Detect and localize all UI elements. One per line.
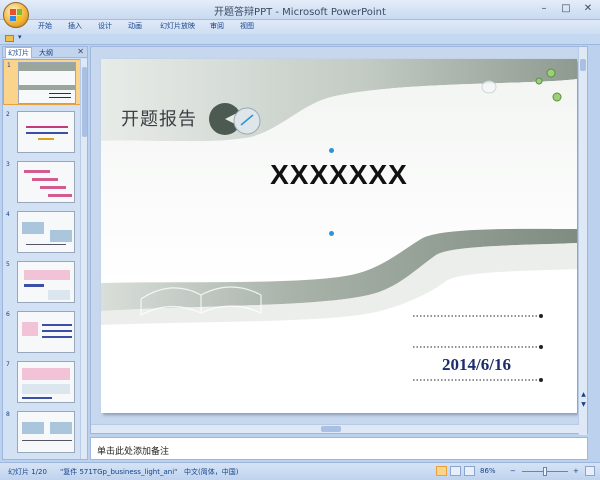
scrollbar-thumb[interactable] bbox=[580, 59, 586, 71]
tab-insert[interactable]: 插入 bbox=[68, 21, 82, 31]
slide-thumbnail[interactable]: 8 bbox=[3, 409, 81, 455]
slide-thumbnail-preview bbox=[18, 62, 76, 104]
slide-thumbnail-preview bbox=[17, 161, 75, 203]
slide-thumbnail-preview bbox=[17, 111, 75, 153]
zoom-in-button[interactable]: + bbox=[573, 467, 579, 475]
slide-number: 7 bbox=[6, 361, 10, 368]
slide-thumbnail[interactable]: 2 bbox=[3, 109, 81, 155]
slide-thumbnail[interactable]: 7 bbox=[3, 359, 81, 405]
scrollbar-thumb[interactable] bbox=[321, 426, 341, 432]
tab-design[interactable]: 设计 bbox=[98, 21, 112, 31]
slide-main-text[interactable]: XXXXXXX bbox=[101, 159, 577, 191]
slide-number: 3 bbox=[6, 161, 10, 168]
slide-number: 2 bbox=[6, 111, 10, 118]
office-logo-icon bbox=[10, 9, 22, 21]
zoom-level[interactable]: 86% bbox=[480, 467, 496, 475]
normal-view-button[interactable] bbox=[436, 466, 447, 476]
fit-to-window-button[interactable] bbox=[585, 466, 595, 476]
tab-animations[interactable]: 动画 bbox=[128, 21, 142, 31]
theme-name: "复件 571TGp_business_light_ani" bbox=[60, 468, 178, 476]
slideshow-button[interactable] bbox=[464, 466, 475, 476]
pane-close-icon[interactable]: ✕ bbox=[77, 47, 84, 56]
slide-thumbnail[interactable]: 6 bbox=[3, 309, 81, 355]
tab-slides[interactable]: 幻灯片 bbox=[5, 47, 32, 58]
window-controls: – □ ✕ bbox=[536, 2, 596, 16]
slide-number: 5 bbox=[6, 261, 10, 268]
qat-customize-arrow[interactable]: ▾ bbox=[18, 33, 22, 41]
slide-thumbnail-preview bbox=[17, 211, 75, 253]
selection-handle-top[interactable] bbox=[329, 148, 334, 153]
selection-handle-bottom[interactable] bbox=[329, 231, 334, 236]
zoom-out-button[interactable]: − bbox=[510, 467, 516, 475]
tab-outline[interactable]: 大纲 bbox=[37, 48, 55, 58]
slide-title[interactable]: 开题报告 bbox=[121, 105, 197, 131]
slide-date[interactable]: 2014/6/16 bbox=[442, 355, 511, 375]
ribbon-tabs: 开始 插入 设计 动画 幻灯片放映 审阅 视图 bbox=[0, 20, 600, 34]
slide-thumbnail-preview bbox=[17, 311, 75, 353]
slide-sorter-button[interactable] bbox=[450, 466, 461, 476]
title-bar: 开题答辩PPT - Microsoft PowerPoint – □ ✕ bbox=[0, 0, 600, 20]
slide-editor: 开题报告 XXXXXXX 2014/6/16 ▲ ▼ bbox=[90, 46, 588, 435]
office-button[interactable] bbox=[3, 2, 29, 28]
status-bar: 幻灯片 1/20 "复件 571TGp_business_light_ani" … bbox=[0, 462, 600, 480]
maximize-button[interactable]: □ bbox=[558, 2, 574, 16]
slide-thumbnail[interactable]: 3 bbox=[3, 159, 81, 205]
slide-thumbnail-preview bbox=[17, 411, 75, 453]
prev-slide-button[interactable]: ▲ bbox=[579, 391, 588, 398]
slides-pane-scrollbar[interactable] bbox=[80, 59, 87, 459]
folder-icon[interactable] bbox=[5, 35, 14, 42]
slide-thumbnail-preview bbox=[17, 361, 75, 403]
next-slide-button[interactable]: ▼ bbox=[579, 401, 588, 408]
slide-vertical-scrollbar[interactable]: ▲ ▼ bbox=[578, 47, 587, 435]
slide-number: 1 bbox=[7, 62, 11, 69]
slide-number: 8 bbox=[6, 411, 10, 418]
slide-thumbnails: 1 2 3 4 5 6 7 8 bbox=[3, 59, 81, 459]
slide-number: 4 bbox=[6, 211, 10, 218]
slide-number: 6 bbox=[6, 311, 10, 318]
close-button[interactable]: ✕ bbox=[580, 2, 596, 16]
tab-slideshow[interactable]: 幻灯片放映 bbox=[160, 21, 195, 31]
slides-pane-tabs: 幻灯片 大纲 ✕ bbox=[3, 47, 87, 58]
tab-review[interactable]: 审阅 bbox=[210, 21, 224, 31]
notes-pane[interactable]: 单击此处添加备注 bbox=[90, 437, 588, 460]
tab-view[interactable]: 视图 bbox=[240, 21, 254, 31]
slide-horizontal-scrollbar[interactable] bbox=[91, 424, 579, 433]
slide-thumbnail[interactable]: 4 bbox=[3, 209, 81, 255]
zoom-slider-knob[interactable] bbox=[543, 467, 547, 476]
language-indicator[interactable]: 中文(简体，中国) bbox=[184, 467, 238, 477]
minimize-button[interactable]: – bbox=[536, 2, 552, 16]
tab-home[interactable]: 开始 bbox=[38, 21, 52, 31]
current-slide[interactable]: 开题报告 XXXXXXX 2014/6/16 bbox=[101, 59, 577, 413]
slide-thumbnail-preview bbox=[17, 261, 75, 303]
slide-thumbnail[interactable]: 1 bbox=[3, 59, 81, 105]
notes-placeholder[interactable]: 单击此处添加备注 bbox=[97, 444, 169, 457]
quick-access-toolbar: ▾ bbox=[0, 33, 600, 45]
scrollbar-thumb[interactable] bbox=[82, 67, 87, 137]
slides-pane: 幻灯片 大纲 ✕ 1 2 3 4 5 6 7 8 bbox=[2, 46, 88, 460]
slide-count: 幻灯片 1/20 bbox=[8, 468, 47, 476]
window-title: 开题答辩PPT - Microsoft PowerPoint bbox=[214, 7, 386, 18]
slide-thumbnail[interactable]: 5 bbox=[3, 259, 81, 305]
